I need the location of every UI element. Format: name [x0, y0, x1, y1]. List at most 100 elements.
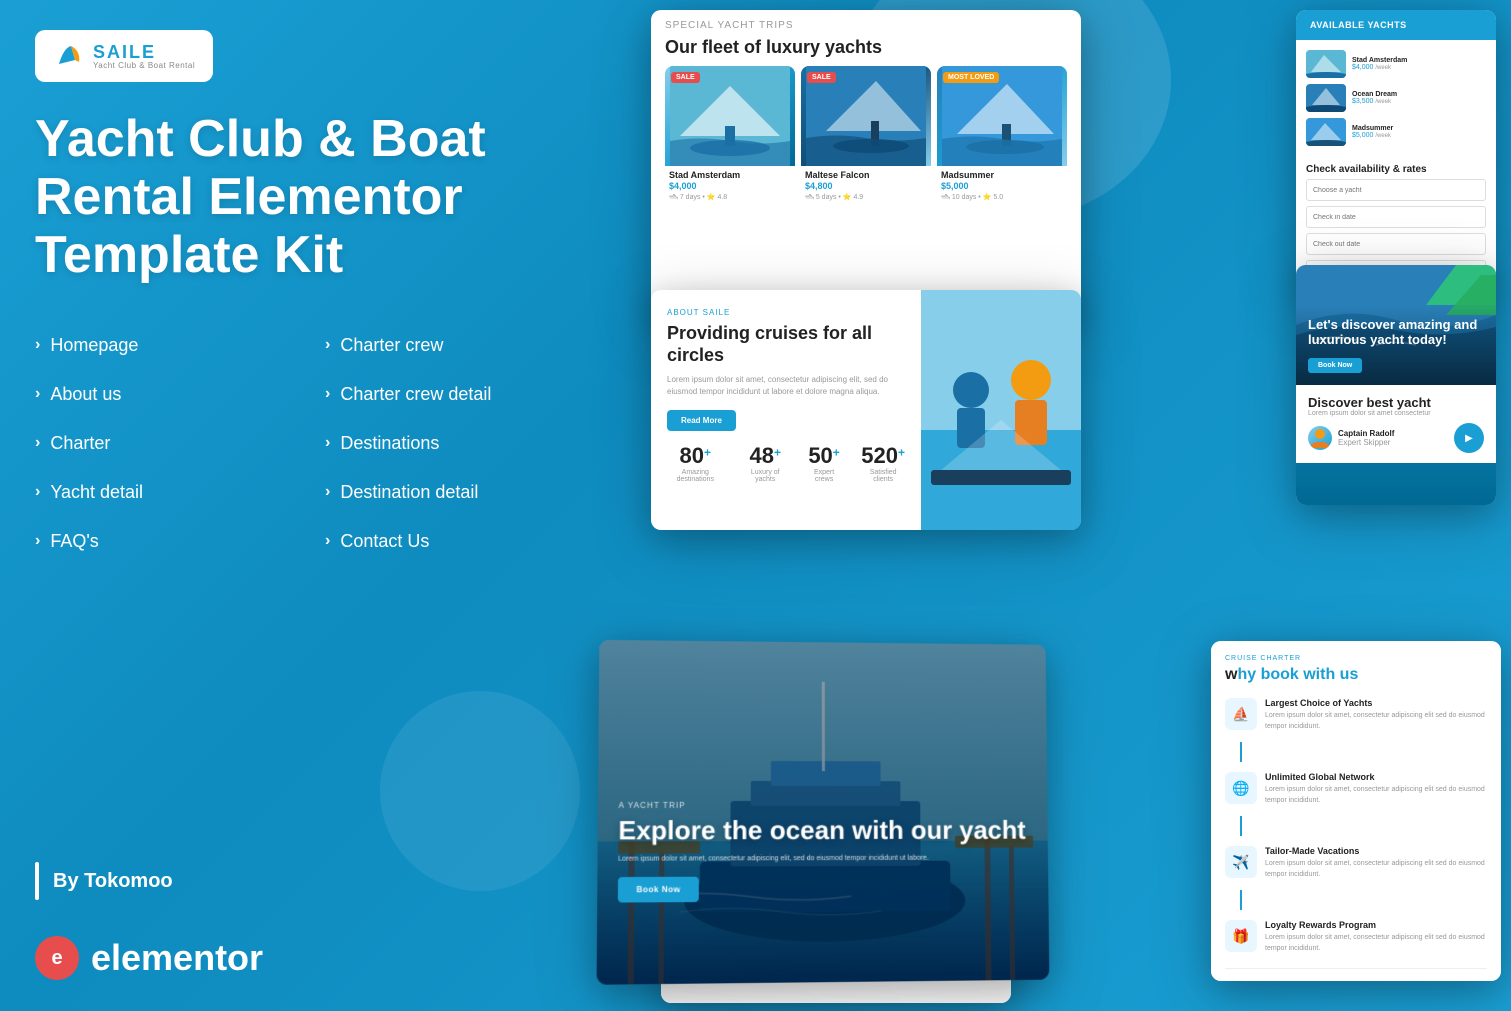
why-item-content-3: Tailor-Made Vacations Lorem ipsum dolor … [1265, 846, 1487, 880]
avail-header: Available yachts [1296, 10, 1496, 40]
hero-description: Lorem ipsum dolor sit amet, consectetur … [618, 853, 1028, 865]
discover-top-image: Let's discover amazing and luxurious yac… [1296, 265, 1496, 385]
by-author: By Tokomoo [35, 862, 615, 900]
nav-item-destinations[interactable]: › Destinations [325, 419, 615, 468]
avail-header-title: Available yachts [1310, 20, 1482, 30]
nav-label-charter: Charter [50, 433, 110, 454]
screenshot-availability: Available yachts Stad Amsterdam $4,000 /… [1296, 10, 1496, 290]
why-item-4: 🎁 Loyalty Rewards Program Lorem ipsum do… [1225, 920, 1487, 954]
discover-bottom: Discover best yacht Lorem ipsum dolor si… [1296, 385, 1496, 463]
nav-label-yacht-detail: Yacht detail [50, 482, 143, 503]
left-panel: SAILE Yacht Club & Boat Rental Yacht Clu… [35, 30, 615, 980]
nav-item-contact-us[interactable]: › Contact Us [325, 517, 615, 566]
yacht-price-3: $5,000 [937, 181, 1067, 191]
about-read-more-button[interactable]: Read More [667, 410, 736, 431]
avail-yacht-item-1: Stad Amsterdam $4,000 /week [1306, 50, 1486, 78]
discover-overlay: Let's discover amazing and luxurious yac… [1296, 305, 1496, 385]
why-item-desc-4: Lorem ipsum dolor sit amet, consectetur … [1265, 933, 1487, 954]
logo-name: SAILE [93, 43, 195, 61]
vacations-icon: ✈️ [1225, 846, 1257, 878]
yacht-meta-3: 🛥 10 days • ⭐ 5.0 [937, 191, 1067, 207]
avail-yacht-item-2: Ocean Dream $3,500 /week [1306, 84, 1486, 112]
about-image-side [921, 290, 1081, 530]
discover-bottom-sub: Lorem ipsum dolor sit amet consectetur [1308, 410, 1484, 417]
why-item-2: 🌐 Unlimited Global Network Lorem ipsum d… [1225, 772, 1487, 806]
avail-section-title: Check availability & rates [1296, 156, 1496, 179]
avail-input-checkin[interactable] [1306, 206, 1486, 228]
testimonial-section: Testimonial about Radolf Excepteur sint … [1225, 968, 1487, 981]
about-text-side: About Saile Providing cruises for all ci… [651, 290, 921, 530]
why-item-title-2: Unlimited Global Network [1265, 772, 1487, 782]
play-button[interactable]: ▶ [1454, 423, 1484, 453]
screenshot-fleet: Special Yacht Trips Our fleet of luxury … [651, 10, 1081, 320]
nav-item-homepage[interactable]: › Homepage [35, 321, 325, 370]
hero-inner: SAILE Home About Destinations ▾ Yacht ▾ … [597, 640, 1050, 985]
nav-item-destination-detail[interactable]: › Destination detail [325, 468, 615, 517]
discover-inner: Let's discover amazing and luxurious yac… [1296, 265, 1496, 505]
nav-label-charter-crew-detail: Charter crew detail [340, 384, 491, 405]
chevron-icon: › [35, 434, 40, 452]
fleet-title: Our fleet of luxury yachts [651, 37, 1081, 66]
avail-yachts-list: Stad Amsterdam $4,000 /week Ocean Dream … [1296, 40, 1496, 156]
nav-label-charter-crew: Charter crew [340, 335, 443, 356]
yacht-card-1: SALE Stad Amsterdam $4,000 🛥 7 days • ⭐ … [665, 66, 795, 207]
nav-col-right: › Charter crew › Charter crew detail › D… [325, 321, 615, 566]
discover-bottom-title: Discover best yacht [1308, 395, 1484, 410]
elementor-icon: e [35, 936, 79, 980]
why-title: why book with us [1225, 666, 1487, 684]
hero-book-button[interactable]: Book Now [618, 877, 699, 903]
avail-input-checkout[interactable] [1306, 233, 1486, 255]
why-item-3: ✈️ Tailor-Made Vacations Lorem ipsum dol… [1225, 846, 1487, 880]
chevron-icon: › [325, 434, 330, 452]
person-info: Captain RadolfExpert Skipper [1338, 429, 1394, 447]
why-item-content-2: Unlimited Global Network Lorem ipsum dol… [1265, 772, 1487, 806]
global-network-icon: 🌐 [1225, 772, 1257, 804]
nav-item-charter-crew-detail[interactable]: › Charter crew detail [325, 370, 615, 419]
nav-item-about-us[interactable]: › About us [35, 370, 325, 419]
why-item-desc-2: Lorem ipsum dolor sit amet, consectetur … [1265, 785, 1487, 806]
elementor-text: elementor [91, 937, 263, 979]
why-item-desc-3: Lorem ipsum dolor sit amet, consectetur … [1265, 859, 1487, 880]
fleet-header-label: Special Yacht Trips [651, 10, 1081, 37]
hero-subtitle: A Yacht Trip [619, 800, 1028, 809]
yacht-name-2: Maltese Falcon [801, 166, 931, 181]
discover-book-button[interactable]: Book Now [1308, 358, 1362, 373]
screenshot-why: Cruise Charter why book with us ⛵ Larges… [1211, 641, 1501, 981]
avail-yacht-info-2: Ocean Dream $3,500 /week [1352, 91, 1486, 105]
sale-badge-1: SALE [671, 72, 700, 83]
nav-item-yacht-detail[interactable]: › Yacht detail [35, 468, 325, 517]
yacht-price-1: $4,000 [665, 181, 795, 191]
nav-col-left: › Homepage › About us › Charter › Yacht … [35, 321, 325, 566]
yacht-meta-2: 🛥 5 days • ⭐ 4.9 [801, 191, 931, 207]
logo-box[interactable]: SAILE Yacht Club & Boat Rental [35, 30, 213, 82]
avail-yacht-item-3: Madsummer $5,000 /week [1306, 118, 1486, 146]
yacht-image-2: SALE [801, 66, 931, 166]
nav-label-contact-us: Contact Us [340, 531, 429, 552]
about-inner: About Saile Providing cruises for all ci… [651, 290, 1081, 530]
chevron-icon: › [325, 532, 330, 550]
avail-yacht-info-1: Stad Amsterdam $4,000 /week [1352, 57, 1486, 71]
why-connector-3 [1240, 890, 1242, 910]
nav-item-charter[interactable]: › Charter [35, 419, 325, 468]
chevron-icon: › [35, 532, 40, 550]
chevron-icon: › [35, 336, 40, 354]
nav-item-charter-crew[interactable]: › Charter crew [325, 321, 615, 370]
stat-yachts: 48+ Luxury of yachts [744, 443, 787, 483]
loyalty-icon: 🎁 [1225, 920, 1257, 952]
chevron-icon: › [325, 483, 330, 501]
by-author-text: By Tokomoo [53, 870, 173, 893]
hero-content: A Yacht Trip Explore the ocean with our … [618, 800, 1029, 902]
chevron-icon: › [325, 336, 330, 354]
sale-badge-2: SALE [807, 72, 836, 83]
why-item-title-1: Largest Choice of Yachts [1265, 698, 1487, 708]
avail-yacht-info-3: Madsummer $5,000 /week [1352, 125, 1486, 139]
avail-input-yacht[interactable] [1306, 179, 1486, 201]
why-item-content-1: Largest Choice of Yachts Lorem ipsum dol… [1265, 698, 1487, 732]
screenshots-area: Special Yacht Trips Our fleet of luxury … [611, 0, 1511, 1011]
why-top-label: Cruise Charter [1225, 655, 1487, 662]
avail-yacht-thumb-1 [1306, 50, 1346, 78]
nav-label-homepage: Homepage [50, 335, 138, 356]
nav-item-faqs[interactable]: › FAQ's [35, 517, 325, 566]
why-item-content-4: Loyalty Rewards Program Lorem ipsum dolo… [1265, 920, 1487, 954]
why-connector-2 [1240, 816, 1242, 836]
